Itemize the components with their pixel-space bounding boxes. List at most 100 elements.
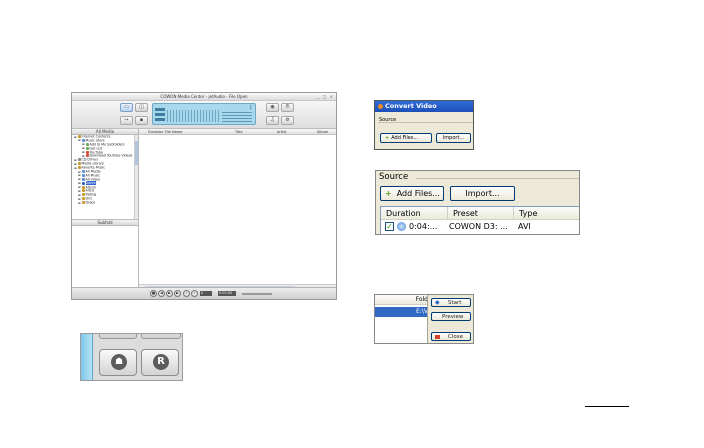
library-tree[interactable]: ⊞ Internet Contents ⊞ Music Store ⊞ Add to My… bbox=[72, 135, 138, 219]
forward-button[interactable]: » bbox=[191, 290, 198, 297]
conversion-context-menu-shot: Fold E:\V ◆ Start Preview Close bbox=[374, 294, 474, 344]
video-file-icon bbox=[397, 222, 406, 231]
list-column-header: Duration File Name Title Artist Album bbox=[139, 129, 336, 135]
import-button[interactable]: Import... bbox=[436, 133, 471, 143]
play-icon: ◆ bbox=[435, 299, 440, 306]
col-filename[interactable]: File Name bbox=[165, 129, 182, 135]
page-number-rule bbox=[585, 406, 629, 407]
preview-label: Preview bbox=[442, 314, 464, 320]
col-type[interactable]: Type bbox=[514, 207, 579, 220]
row-type: AVI bbox=[518, 222, 531, 231]
next-button[interactable]: ▶ bbox=[174, 290, 181, 297]
folder-icon bbox=[77, 162, 81, 166]
add-icon: + bbox=[385, 189, 392, 198]
row-duration: 0:04:... bbox=[409, 222, 438, 231]
folder-icon bbox=[81, 181, 85, 185]
folder-icon bbox=[85, 146, 89, 150]
add-files-button[interactable]: + Add Files... bbox=[380, 186, 444, 201]
folder-icon bbox=[77, 166, 81, 170]
media-center-window: COWON Media Center - jetAudio - File Ope… bbox=[71, 92, 337, 300]
prev-button[interactable]: ◀ bbox=[158, 290, 165, 297]
side-panel-edge bbox=[81, 334, 93, 380]
tree-node-label: Drops bbox=[85, 200, 96, 205]
settings-icon[interactable]: ⚙ bbox=[281, 116, 294, 125]
toolbar: ▭ ◫ ↪ ▪ 1 ◉ ® ♫ ⚙ bbox=[72, 101, 336, 129]
eye-icon[interactable]: ◉ bbox=[266, 103, 279, 112]
folder-icon bbox=[81, 193, 85, 197]
start-button[interactable]: ◆ Start bbox=[431, 298, 471, 307]
subfolder-pane: Subfold bbox=[72, 219, 138, 226]
player-controls: ■ ◀ ▶ ▶ « » 0 0:00:00 bbox=[72, 287, 336, 299]
lcd-indicator bbox=[155, 113, 165, 116]
dialog-titlebar: Convert Video bbox=[375, 101, 473, 112]
rec-icon[interactable]: ® bbox=[281, 103, 294, 112]
col-title[interactable]: Title bbox=[235, 129, 243, 135]
convert-video-dialog: Convert Video Source + Add Files... Impor… bbox=[374, 100, 474, 150]
col-duration[interactable]: Duration bbox=[148, 129, 163, 135]
close-label: Close bbox=[448, 334, 463, 340]
source-list[interactable]: Duration Preset Type ✓ 0:04:... COWON D3… bbox=[380, 206, 579, 234]
add-files-label: Add Files... bbox=[391, 135, 419, 141]
folder-icon bbox=[81, 177, 85, 181]
group-divider bbox=[416, 178, 579, 179]
folder-icon bbox=[81, 170, 85, 174]
record-icon: ☗ bbox=[111, 354, 127, 370]
close-button[interactable]: Close bbox=[431, 332, 471, 341]
add-files-label: Add Files... bbox=[396, 189, 440, 198]
shuffle-button[interactable]: ↪ bbox=[120, 116, 133, 125]
folder-icon bbox=[81, 201, 85, 205]
device-button[interactable]: ▪ bbox=[135, 116, 148, 125]
play-button[interactable]: ▶ bbox=[166, 290, 173, 297]
preview-button[interactable]: Preview bbox=[431, 312, 471, 321]
window-controls[interactable]: _ □ × bbox=[317, 94, 334, 100]
app-icon bbox=[378, 103, 383, 109]
window-title: COWON Media Center - jetAudio - File Ope… bbox=[160, 94, 248, 99]
folder-icon bbox=[81, 185, 85, 189]
lcd-indicator bbox=[155, 118, 165, 121]
rec-settings-button[interactable]: R bbox=[141, 349, 179, 376]
navigation-pane: All Media ⊞ Internet Contents ⊞ Music Store… bbox=[72, 129, 139, 289]
layout-button[interactable]: ◫ bbox=[135, 103, 148, 112]
expand-icon[interactable]: ⊞ bbox=[78, 201, 81, 205]
expand-icon[interactable]: ⊞ bbox=[74, 166, 77, 170]
folder-icon bbox=[85, 150, 89, 154]
folder-icon bbox=[81, 197, 85, 201]
total-time: 0:00:00 bbox=[218, 291, 236, 296]
col-album[interactable]: Album bbox=[317, 129, 328, 135]
folder-column-header: Fold bbox=[375, 295, 430, 305]
tree-node[interactable]: ⊞ Drops bbox=[72, 201, 138, 205]
import-button[interactable]: Import... bbox=[450, 186, 515, 201]
add-icon: + bbox=[385, 135, 390, 141]
toolbar-buttons-zoom: ☗ R bbox=[80, 333, 183, 381]
col-preset[interactable]: Preset bbox=[448, 207, 514, 220]
folder-icon bbox=[81, 189, 85, 193]
lcd-info-text bbox=[222, 112, 252, 122]
rec-icon: R bbox=[153, 354, 169, 370]
file-list[interactable]: Duration File Name Title Artist Album bbox=[139, 129, 336, 289]
convert-video-source-zoom: Source + Add Files... Import... Duration … bbox=[375, 170, 580, 235]
view-mode-button[interactable]: ▭ bbox=[120, 103, 133, 112]
source-label: Source bbox=[379, 172, 409, 182]
folder-icon bbox=[81, 173, 85, 177]
col-duration[interactable]: Duration bbox=[381, 207, 448, 220]
row-checkbox[interactable]: ✓ bbox=[385, 222, 394, 231]
row-preset: COWON D3: ... bbox=[449, 222, 508, 231]
upper-button[interactable] bbox=[141, 334, 181, 339]
lcd-display: 1 bbox=[152, 103, 256, 125]
folder-icon bbox=[77, 158, 81, 162]
selected-row[interactable]: E:\V bbox=[375, 307, 430, 317]
upper-button[interactable] bbox=[99, 334, 137, 339]
expand-icon[interactable]: ⊞ bbox=[78, 138, 81, 142]
col-artist[interactable]: Artist bbox=[277, 129, 286, 135]
lcd-track-number: 1 bbox=[249, 105, 252, 110]
add-files-button[interactable]: + Add Files... bbox=[380, 133, 432, 143]
record-button[interactable]: ☗ bbox=[99, 349, 137, 376]
folder-icon bbox=[85, 142, 89, 146]
record-icon[interactable]: ♫ bbox=[266, 116, 279, 125]
rewind-button[interactable]: « bbox=[183, 290, 190, 297]
elapsed-time: 0 bbox=[200, 291, 212, 296]
volume-slider[interactable] bbox=[242, 293, 272, 295]
stop-button[interactable]: ■ bbox=[150, 290, 157, 297]
start-label: Start bbox=[448, 300, 462, 306]
spectrum-visualizer bbox=[167, 110, 221, 122]
